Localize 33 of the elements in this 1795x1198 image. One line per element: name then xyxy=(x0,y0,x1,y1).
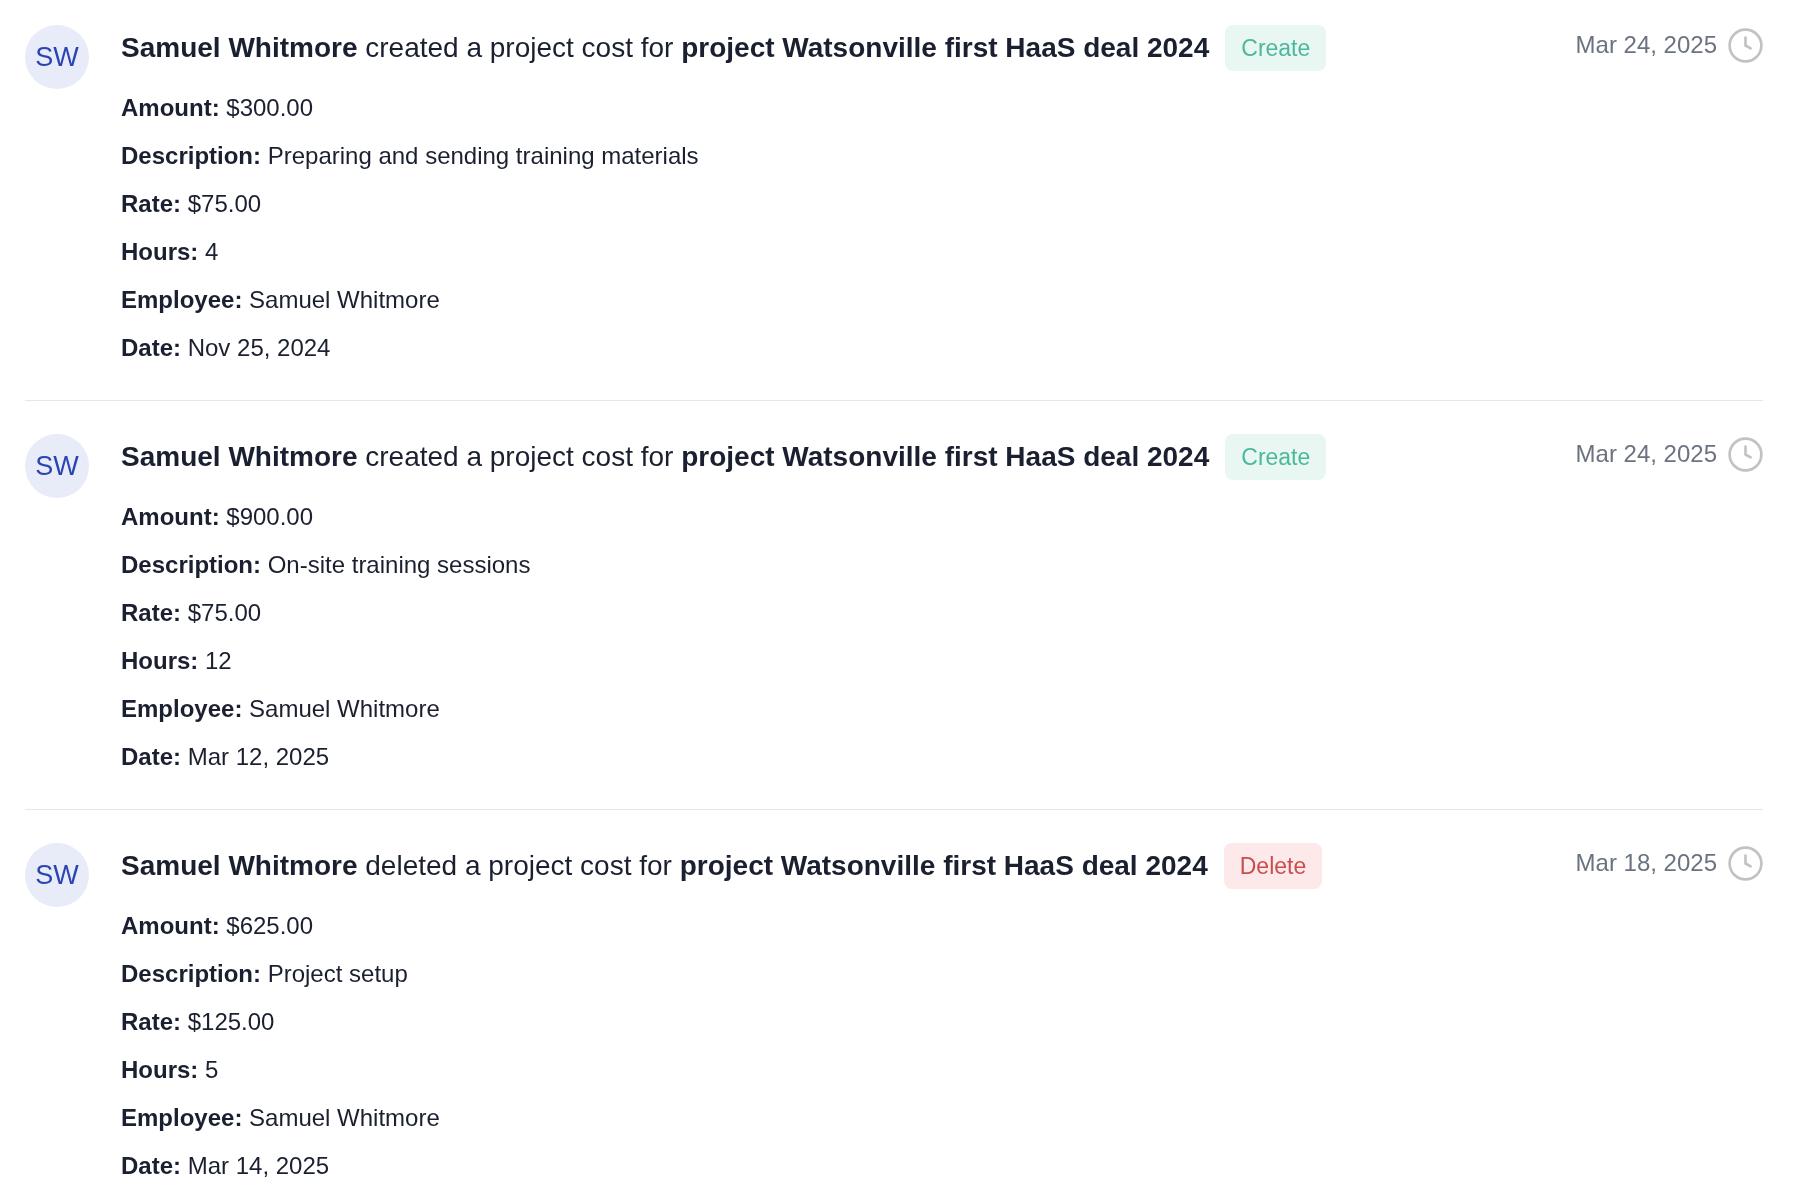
detail-line: Employee: Samuel Whitmore xyxy=(121,694,440,724)
detail-line: Amount: $625.00 xyxy=(121,911,314,941)
avatar: SW xyxy=(25,434,89,498)
clock-icon xyxy=(1728,436,1763,472)
activity-date: Mar 24, 2025 xyxy=(1575,30,1717,60)
detail-line: Amount: $900.00 xyxy=(121,502,314,532)
avatar: SW xyxy=(25,25,89,89)
detail-line: Employee: Samuel Whitmore xyxy=(121,1103,440,1133)
detail-line: Rate: $125.00 xyxy=(121,1007,275,1037)
clock-icon xyxy=(1728,845,1763,881)
detail-line: Rate: $75.00 xyxy=(121,189,262,219)
detail-line: Hours: 5 xyxy=(121,1055,219,1085)
action-tag: Delete xyxy=(1223,843,1323,889)
detail-line: Rate: $75.00 xyxy=(121,598,262,628)
detail-line: Date: Nov 25, 2024 xyxy=(121,333,331,363)
clock-icon xyxy=(1728,27,1763,63)
detail-line: Hours: 4 xyxy=(121,237,219,267)
avatar: SW xyxy=(25,843,89,907)
detail-line: Hours: 12 xyxy=(121,646,232,676)
detail-line: Description: On-site training sessions xyxy=(121,550,531,580)
action-tag: Create xyxy=(1225,25,1327,71)
action-tag: Create xyxy=(1225,434,1327,480)
detail-line: Date: Mar 12, 2025 xyxy=(121,742,330,772)
detail-line: Description: Preparing and sending training materials xyxy=(121,141,699,171)
detail-line: Date: Mar 14, 2025 xyxy=(121,1151,330,1181)
detail-line: Employee: Samuel Whitmore xyxy=(121,285,440,315)
activity-headline: Samuel Whitmore created a project cost for project Watsonville first HaaS deal 2024 xyxy=(121,440,1210,474)
detail-line: Amount: $300.00 xyxy=(121,93,314,123)
activity-date: Mar 24, 2025 xyxy=(1575,439,1717,469)
activity-date: Mar 18, 2025 xyxy=(1575,848,1717,878)
activity-headline: Samuel Whitmore deleted a project cost for project Watsonville first HaaS deal 2024 xyxy=(121,849,1208,883)
activity-headline: Samuel Whitmore created a project cost for project Watsonville first HaaS deal 2024 xyxy=(121,31,1210,65)
detail-line: Description: Project setup xyxy=(121,959,408,989)
